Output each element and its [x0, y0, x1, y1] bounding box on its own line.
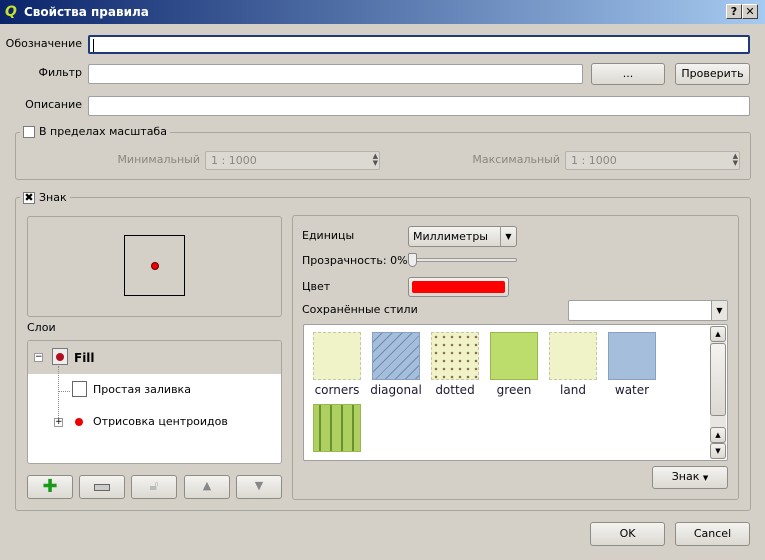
scale-checkbox-label: В пределах масштаба — [39, 125, 167, 138]
arrow-up-icon: ▲ — [202, 479, 212, 492]
style-label: land — [560, 383, 586, 397]
tree-label-simple-fill[interactable]: Простая заливка — [93, 383, 191, 396]
description-input[interactable] — [88, 96, 750, 116]
scale-checkbox[interactable] — [23, 125, 35, 138]
remove-layer-button[interactable] — [79, 475, 125, 499]
units-combobox[interactable]: Миллиметры ▼ — [408, 226, 517, 247]
preview-point-icon — [151, 262, 159, 270]
centroid-point-icon — [75, 418, 83, 426]
tree-label-centroid[interactable]: Отрисовка центроидов — [93, 415, 228, 428]
transparency-slider[interactable] — [410, 258, 517, 262]
max-scale-spinbox[interactable]: 1 : 1000 ▲ ▼ — [565, 151, 740, 170]
simple-fill-icon — [72, 381, 87, 397]
style-swatch-corners[interactable] — [313, 332, 361, 380]
arrow-down-icon: ▼ — [254, 479, 264, 492]
fill-symbol-icon — [52, 348, 68, 365]
transparency-label: Прозрачность: 0% — [302, 254, 408, 267]
move-down-button[interactable]: ▼ — [236, 475, 282, 499]
styles-list[interactable]: corners diagonal dotted green land water… — [303, 324, 728, 461]
symbol-checkbox-row[interactable]: ✖ Знак — [20, 191, 70, 204]
style-label: corners — [314, 383, 360, 397]
saved-styles-combobox[interactable]: ▼ — [568, 300, 728, 321]
filter-input[interactable] — [88, 64, 583, 84]
window-title: Свойства правила — [24, 5, 149, 19]
symbol-checkbox-label: Знак — [39, 191, 67, 204]
style-swatch-water[interactable] — [608, 332, 656, 380]
slider-handle[interactable] — [408, 253, 417, 267]
style-swatch-land[interactable] — [549, 332, 597, 380]
units-value: Миллиметры — [413, 230, 488, 243]
style-swatch-grass[interactable] — [313, 404, 361, 452]
saved-styles-label: Сохранённые стили — [302, 303, 418, 316]
min-scale-label: Минимальный — [117, 153, 200, 166]
scroll-up-button-2[interactable]: ▲ — [710, 427, 726, 443]
units-label: Единицы — [302, 229, 355, 242]
test-filter-button[interactable]: Проверить — [675, 63, 750, 85]
lock-layer-button[interactable]: 🔓︎ — [131, 475, 177, 499]
move-up-button[interactable]: ▲ — [184, 475, 230, 499]
scroll-thumb[interactable] — [710, 343, 726, 416]
ok-button[interactable]: OK — [590, 522, 665, 546]
title-bar: Свойства правила — [0, 0, 765, 24]
cancel-button[interactable]: Cancel — [675, 522, 750, 546]
style-swatch-dotted[interactable] — [431, 332, 479, 380]
scroll-up-button[interactable]: ▲ — [710, 326, 726, 342]
color-swatch — [412, 281, 505, 293]
qgis-logo-icon: Q — [5, 4, 17, 20]
label-label: Обозначение — [5, 37, 82, 50]
max-scale-label: Максимальный — [472, 153, 560, 166]
description-label: Описание — [25, 98, 82, 111]
style-label: green — [496, 383, 532, 397]
symbol-preview — [27, 216, 282, 317]
max-scale-value: 1 : 1000 — [571, 154, 617, 167]
collapse-icon[interactable]: − — [34, 353, 43, 362]
style-swatch-diagonal[interactable] — [372, 332, 420, 380]
close-button[interactable]: ✕ — [742, 4, 758, 19]
layers-label: Слои — [27, 321, 56, 334]
minus-icon — [94, 484, 110, 491]
min-scale-spinbox[interactable]: 1 : 1000 ▲ ▼ — [205, 151, 380, 170]
tree-label-fill: Fill — [74, 351, 95, 365]
min-scale-value: 1 : 1000 — [211, 154, 257, 167]
layers-tree[interactable]: − Fill Простая заливка + Отрисовка центр… — [27, 340, 282, 464]
symbol-menu-label: Знак — [671, 470, 700, 483]
scale-checkbox-row[interactable]: В пределах масштаба — [20, 125, 170, 138]
add-layer-button[interactable]: ✚ — [27, 475, 73, 499]
chevron-down-icon: ▼ — [702, 474, 709, 482]
chevron-down-icon: ▼ — [500, 227, 516, 246]
color-button[interactable] — [408, 277, 509, 297]
style-label: water — [614, 383, 650, 397]
help-button[interactable]: ? — [726, 4, 742, 19]
style-swatch-green[interactable] — [490, 332, 538, 380]
expand-icon[interactable]: + — [54, 418, 63, 427]
label-input[interactable] — [88, 35, 750, 54]
scroll-down-button[interactable]: ▼ — [710, 443, 726, 459]
style-label: diagonal — [370, 383, 422, 397]
symbol-menu-button[interactable]: Знак ▼ — [652, 466, 728, 489]
tree-line — [58, 391, 70, 392]
styles-scrollbar[interactable]: ▲ ▲ ▼ — [710, 326, 726, 459]
spin-arrows-icon[interactable]: ▲ ▼ — [733, 153, 738, 167]
symbol-checkbox[interactable]: ✖ — [23, 191, 35, 204]
chevron-down-icon: ▼ — [711, 301, 727, 320]
lock-icon: 🔓︎ — [149, 478, 159, 494]
filter-label: Фильтр — [38, 66, 82, 79]
spin-arrows-icon[interactable]: ▲ ▼ — [373, 153, 378, 167]
filter-builder-button[interactable]: ... — [591, 63, 665, 85]
color-label: Цвет — [302, 280, 331, 293]
style-label: dotted — [435, 383, 475, 397]
